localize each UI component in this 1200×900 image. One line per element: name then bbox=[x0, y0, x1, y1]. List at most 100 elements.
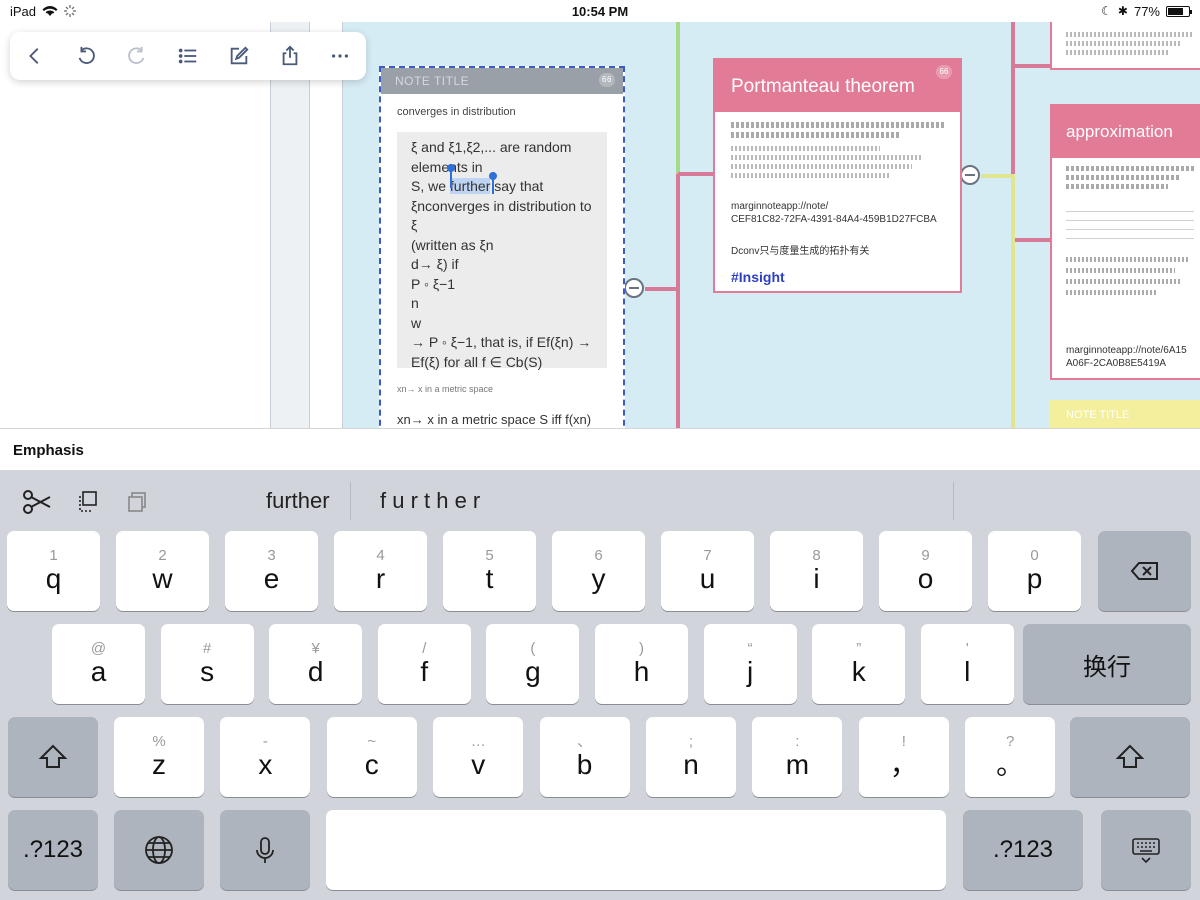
back-button[interactable] bbox=[20, 41, 50, 71]
share-button[interactable] bbox=[275, 41, 305, 71]
note-excerpt[interactable]: ξ and ξ1,ξ2,... are random elements in S… bbox=[397, 132, 607, 370]
numbers-key-right[interactable]: .?123 bbox=[963, 810, 1083, 890]
key-5[interactable]: ; n bbox=[646, 717, 736, 797]
edit-button[interactable] bbox=[224, 41, 254, 71]
key-e[interactable]: 3e bbox=[225, 531, 318, 611]
key-hint: ¥ bbox=[311, 640, 320, 657]
key-0[interactable]: % z bbox=[114, 717, 204, 797]
note-link[interactable]: marginnoteapp://note/6A15 A06F-2CA0B8E541… bbox=[1052, 344, 1200, 370]
key-hint: 5 bbox=[485, 547, 494, 564]
key-o[interactable]: 9o bbox=[879, 531, 972, 611]
key-f[interactable]: / f bbox=[377, 624, 471, 704]
excerpt-text: S, we bbox=[411, 178, 450, 194]
activity-spinner-icon bbox=[64, 5, 77, 17]
key-1[interactable]: -x bbox=[220, 717, 311, 797]
excerpt-line: w bbox=[411, 314, 422, 331]
note-tag[interactable]: #Insight bbox=[715, 257, 960, 291]
delete-icon bbox=[1130, 562, 1158, 580]
key-4[interactable]: 、 b bbox=[539, 717, 630, 797]
collapse-toggle[interactable] bbox=[960, 165, 980, 185]
key-label: k bbox=[851, 656, 866, 687]
note-card-bottom[interactable]: NOTE TITLE bbox=[1050, 400, 1200, 428]
redo-button[interactable] bbox=[122, 41, 152, 71]
key-y[interactable]: 6y bbox=[552, 531, 645, 611]
copy-button[interactable] bbox=[70, 486, 104, 518]
key-6[interactable]: :m bbox=[752, 717, 843, 797]
note-subtitle: converges in distribution bbox=[397, 106, 516, 118]
note-card-selected[interactable]: NOTE TITLE 66 converges in distribution ξ… bbox=[379, 66, 625, 428]
note-card-approximation[interactable]: approximation marginnoteapp://note/6A15 A… bbox=[1050, 104, 1200, 380]
key-label: z bbox=[152, 749, 166, 780]
key-label: t bbox=[485, 563, 494, 594]
shift-key-right[interactable] bbox=[1070, 717, 1190, 797]
paste-button[interactable] bbox=[120, 486, 154, 518]
suggestion-spaced[interactable]: f u r t h e r bbox=[380, 488, 480, 514]
key-2[interactable]: ~ c bbox=[326, 717, 417, 797]
note-card-portmanteau[interactable]: Portmanteau theorem 66 marginnoteapp://no… bbox=[713, 58, 962, 293]
numbers-key-left[interactable]: .?123 bbox=[8, 810, 98, 890]
note-link-id: A06F-2CA0B8E5419A bbox=[1066, 358, 1167, 369]
note-link[interactable]: marginnoteapp://note/CEF81C82-72FA-4391-… bbox=[715, 192, 960, 226]
key-3[interactable]: … v bbox=[433, 717, 524, 797]
return-key[interactable]: 换行 bbox=[1023, 624, 1191, 704]
key-label: f bbox=[420, 656, 429, 687]
note-card-partial[interactable] bbox=[1050, 22, 1200, 70]
excerpt-line: d→ ξ) if bbox=[411, 256, 459, 272]
key-hint: / bbox=[422, 640, 427, 657]
more-button[interactable] bbox=[325, 41, 355, 71]
key-l[interactable]: ' l bbox=[920, 624, 1014, 704]
key-label: l bbox=[964, 656, 971, 687]
shift-key-left[interactable] bbox=[8, 717, 98, 797]
collapse-toggle[interactable] bbox=[624, 278, 644, 298]
selection-end-handle[interactable] bbox=[489, 172, 497, 194]
key-hint: ) bbox=[639, 640, 644, 657]
key-t[interactable]: 5t bbox=[443, 531, 536, 611]
key-q[interactable]: 1q bbox=[7, 531, 100, 611]
key-p[interactable]: 0p bbox=[988, 531, 1081, 611]
key-label: q bbox=[45, 563, 62, 594]
microphone-icon bbox=[256, 837, 274, 863]
selected-text[interactable]: further bbox=[449, 178, 491, 194]
excerpt-line: P ◦ ξ−1 bbox=[411, 275, 456, 292]
key-d[interactable]: ¥ d bbox=[269, 624, 363, 704]
key-label: o bbox=[917, 563, 934, 594]
key-label: 换行 bbox=[1083, 653, 1131, 681]
key-hint: ~ bbox=[367, 733, 377, 750]
excerpt-image bbox=[1066, 166, 1194, 344]
key-i[interactable]: 8i bbox=[770, 531, 863, 611]
key-hint: ” bbox=[856, 640, 862, 657]
note-title: NOTE TITLE 66 bbox=[381, 68, 623, 94]
globe-key[interactable] bbox=[114, 810, 204, 890]
emphasis-bar[interactable]: Emphasis bbox=[0, 428, 1200, 470]
delete-key[interactable] bbox=[1098, 531, 1191, 611]
connector-line bbox=[981, 174, 1015, 178]
cut-button[interactable] bbox=[20, 486, 54, 518]
pencil-square-icon bbox=[230, 46, 249, 65]
suggestion-word[interactable]: further bbox=[266, 488, 330, 514]
key-label: a bbox=[90, 656, 107, 687]
key-w[interactable]: 2w bbox=[116, 531, 209, 611]
key-h[interactable]: ) h bbox=[595, 624, 688, 704]
key-label: c bbox=[364, 749, 379, 780]
hide-keyboard-key[interactable] bbox=[1101, 810, 1191, 890]
outline-button[interactable] bbox=[173, 41, 203, 71]
undo-button[interactable] bbox=[71, 41, 101, 71]
key-hint: % bbox=[152, 733, 166, 750]
excerpt-image bbox=[731, 122, 944, 192]
space-key[interactable] bbox=[326, 810, 946, 890]
key-7[interactable]: !， bbox=[858, 717, 949, 797]
key-a[interactable]: @ a bbox=[52, 624, 145, 704]
key-s[interactable]: # s bbox=[160, 624, 254, 704]
mindmap-canvas[interactable]: NOTE TITLE 66 converges in distribution ξ… bbox=[0, 22, 1200, 428]
key-j[interactable]: “j bbox=[703, 624, 797, 704]
dictation-key[interactable] bbox=[220, 810, 310, 890]
key-k[interactable]: ” k bbox=[812, 624, 906, 704]
excerpt-line: Ef(ξ) for all f ∈ Cb(S) bbox=[411, 353, 543, 370]
key-label: m bbox=[785, 749, 810, 780]
key-8[interactable]: ?。 bbox=[965, 717, 1056, 797]
key-u[interactable]: 7u bbox=[661, 531, 754, 611]
key-g[interactable]: (g bbox=[486, 624, 580, 704]
selection-start-handle[interactable] bbox=[447, 164, 455, 188]
key-r[interactable]: 4r bbox=[334, 531, 427, 611]
excerpt-line: (written as ξn bbox=[411, 236, 494, 253]
